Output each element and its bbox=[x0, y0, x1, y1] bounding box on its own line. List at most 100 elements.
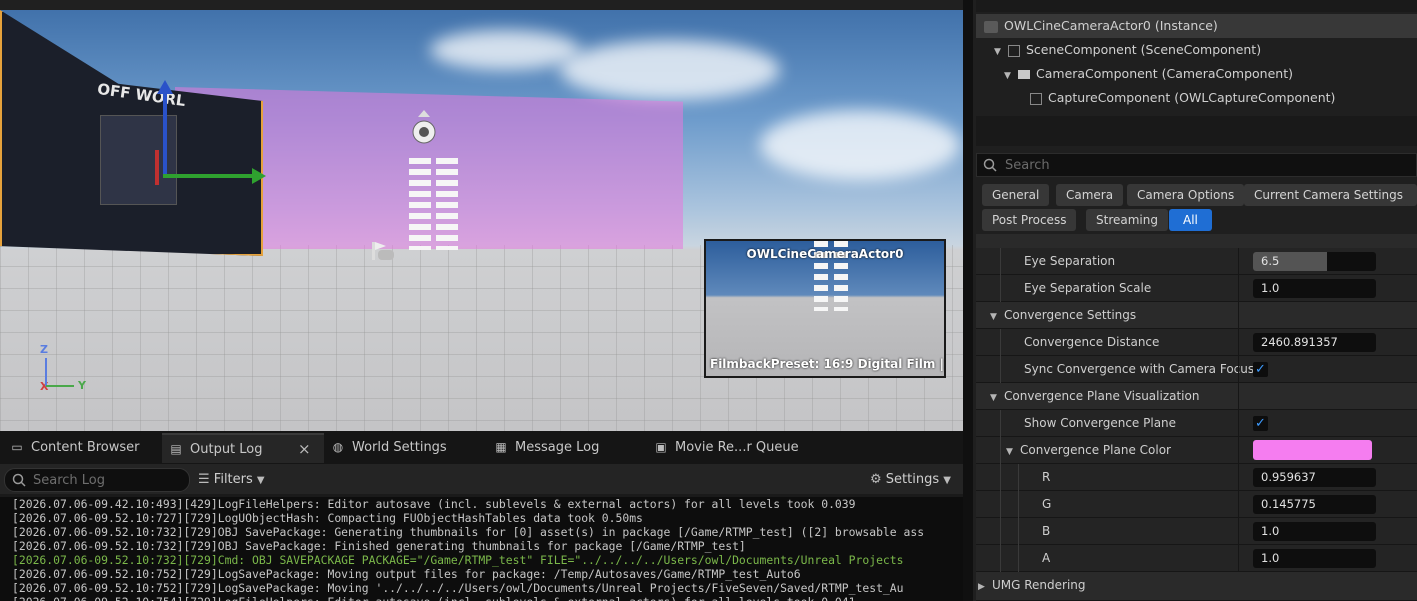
bottom-panel: ▭ Content Browser ▤ Output Log × ◍ World Se… bbox=[0, 431, 963, 601]
color-r-field[interactable]: 0.959637 bbox=[1253, 468, 1376, 487]
log-line: [2026.07.06-09.52.10:752][729]LogSavePac… bbox=[12, 581, 904, 595]
gizmo-x-axis[interactable] bbox=[155, 150, 159, 185]
log-output[interactable]: [2026.07.06-09.42.10:493][429]LogFileHel… bbox=[0, 497, 963, 601]
prop-label: ▼ Convergence Plane Color bbox=[1006, 437, 1171, 463]
category-general[interactable]: General bbox=[982, 184, 1050, 206]
column-divider bbox=[1238, 464, 1239, 490]
color-a-field[interactable]: 1.0 bbox=[1253, 549, 1376, 568]
preview-footer: FilmbackPreset: 16:9 Digital Film | Zoom bbox=[710, 357, 944, 371]
column-divider bbox=[1238, 275, 1239, 301]
eye-separation-field[interactable]: 6.5 bbox=[1253, 252, 1376, 271]
column-divider bbox=[1238, 410, 1239, 436]
details-search-input[interactable] bbox=[1003, 157, 1407, 174]
column-divider bbox=[1238, 302, 1239, 328]
section-convergence-plane-visualization[interactable]: ▼ Convergence Plane Visualization bbox=[976, 383, 1417, 410]
prop-eye-separation-scale: Eye Separation Scale 1.0 bbox=[976, 275, 1417, 302]
indent-guide bbox=[1018, 464, 1019, 572]
field-value: 2460.891357 bbox=[1261, 335, 1338, 349]
filters-dropdown[interactable]: ☰ Filters ▼ bbox=[198, 470, 265, 490]
prop-show-convergence-plane: Show Convergence Plane ✓ bbox=[976, 410, 1417, 437]
prop-color-b: B 1.0 bbox=[976, 518, 1417, 545]
expand-arrow-icon: ▼ bbox=[990, 393, 997, 403]
tab-movie-render-queue[interactable]: ▣ Movie Re...r Queue bbox=[647, 433, 823, 461]
axis-y-label: Y bbox=[78, 379, 86, 392]
stripe-column bbox=[436, 158, 458, 250]
section-title: UMG Rendering bbox=[992, 578, 1086, 592]
column-divider bbox=[1238, 545, 1239, 571]
gizmo-y-axis[interactable] bbox=[163, 174, 258, 178]
log-line: [2026.07.06-09.52.10:727][729]LogUObject… bbox=[12, 511, 643, 525]
category-camera-options[interactable]: Camera Options bbox=[1127, 184, 1245, 206]
prop-color-g: G 0.145775 bbox=[976, 491, 1417, 518]
section-convergence-settings[interactable]: ▼ Convergence Settings bbox=[976, 302, 1417, 329]
expand-arrow-icon: ▼ bbox=[1006, 447, 1013, 457]
settings-label: Settings bbox=[885, 472, 940, 487]
component-scene[interactable]: ▼ SceneComponent (SceneComponent) bbox=[976, 38, 1417, 62]
search-log-box[interactable] bbox=[4, 468, 190, 492]
level-viewport[interactable]: OFF WORL Z X Y OWLCineCameraActor0 Filmb… bbox=[0, 0, 963, 431]
expand-arrow-icon: ▼ bbox=[990, 312, 997, 322]
section-umg-rendering[interactable]: ▶ UMG Rendering bbox=[976, 572, 1417, 601]
category-post-process[interactable]: Post Process bbox=[982, 209, 1077, 231]
category-all[interactable]: All bbox=[1169, 209, 1212, 231]
prop-convergence-distance: Convergence Distance 2460.891357 bbox=[976, 329, 1417, 356]
log-line: [2026.07.06-09.52.10:732][729]OBJ SavePa… bbox=[12, 539, 746, 553]
sync-convergence-checkbox[interactable]: ✓ bbox=[1253, 362, 1268, 377]
log-line: [2026.07.06-09.52.10:732][729]OBJ SavePa… bbox=[12, 525, 925, 539]
field-value: 1.0 bbox=[1261, 524, 1280, 538]
column-divider bbox=[1238, 329, 1239, 355]
component-camera[interactable]: ▼ CameraComponent (CameraComponent) bbox=[976, 62, 1417, 86]
component-capture[interactable]: CaptureComponent (OWLCaptureComponent) bbox=[976, 86, 1417, 110]
column-divider bbox=[1238, 491, 1239, 517]
column-divider bbox=[1238, 437, 1239, 463]
color-g-field[interactable]: 0.145775 bbox=[1253, 495, 1376, 514]
field-value: 6.5 bbox=[1261, 254, 1280, 268]
close-tab-icon[interactable]: × bbox=[298, 435, 311, 463]
prop-label: Eye Separation bbox=[1024, 254, 1116, 268]
camera-component-icon bbox=[1018, 70, 1030, 79]
camera-actor-icon[interactable] bbox=[410, 110, 438, 146]
tab-output-log[interactable]: ▤ Output Log × bbox=[162, 433, 324, 463]
tab-world-settings[interactable]: ◍ World Settings bbox=[324, 433, 485, 461]
eye-separation-scale-field[interactable]: 1.0 bbox=[1253, 279, 1376, 298]
sky-cloud bbox=[760, 110, 960, 180]
gizmo-z-axis[interactable] bbox=[163, 88, 167, 178]
tab-content-browser[interactable]: ▭ Content Browser bbox=[3, 433, 161, 461]
category-streaming[interactable]: Streaming bbox=[1086, 209, 1168, 231]
convergence-distance-field[interactable]: 2460.891357 bbox=[1253, 333, 1376, 352]
section-title: Convergence Settings bbox=[1004, 308, 1137, 322]
scene-component-icon bbox=[1008, 44, 1020, 57]
category-camera[interactable]: Camera bbox=[1056, 184, 1124, 206]
actor-icon bbox=[984, 20, 998, 33]
component-label: OWLCineCameraActor0 (Instance) bbox=[1004, 18, 1218, 33]
stripe-column bbox=[409, 158, 431, 250]
search-icon bbox=[983, 158, 997, 172]
component-label: CaptureComponent (OWLCaptureComponent) bbox=[1048, 90, 1336, 105]
search-log-input[interactable] bbox=[31, 472, 185, 489]
color-b-field[interactable]: 1.0 bbox=[1253, 522, 1376, 541]
chevron-down-icon: ▼ bbox=[256, 475, 265, 486]
convergence-plane-color-swatch[interactable] bbox=[1253, 440, 1372, 460]
section-title: Convergence Plane Visualization bbox=[1004, 389, 1200, 403]
show-convergence-plane-checkbox[interactable]: ✓ bbox=[1253, 416, 1268, 431]
preview-title: OWLCineCameraActor0 bbox=[746, 247, 904, 261]
field-value: 0.145775 bbox=[1261, 497, 1316, 511]
prop-label: B bbox=[1042, 524, 1051, 538]
tab-message-log[interactable]: ▦ Message Log bbox=[487, 433, 643, 461]
sky-cloud bbox=[560, 40, 780, 100]
movie-render-icon: ▣ bbox=[655, 440, 667, 454]
chevron-down-icon: ▼ bbox=[943, 475, 951, 486]
category-overflow[interactable] bbox=[1405, 184, 1417, 206]
log-line: [2026.07.06-09.52.10:732][729]Cmd: OBJ S… bbox=[12, 553, 904, 567]
sky-cloud bbox=[430, 30, 580, 70]
indent-guide bbox=[1000, 248, 1001, 302]
component-tree-root[interactable]: OWLCineCameraActor0 (Instance) bbox=[976, 14, 1417, 38]
log-settings-dropdown[interactable]: ⚙ Settings ▼ bbox=[870, 470, 951, 490]
prop-eye-separation: Eye Separation 6.5 bbox=[976, 248, 1417, 275]
category-current-camera-settings[interactable]: Current Camera Settings bbox=[1244, 184, 1414, 206]
field-value: 1.0 bbox=[1261, 551, 1280, 565]
prop-color-r: R 0.959637 bbox=[976, 464, 1417, 491]
details-search-box[interactable] bbox=[976, 153, 1417, 177]
column-divider bbox=[1238, 383, 1239, 409]
component-label: CameraComponent (CameraComponent) bbox=[1036, 66, 1293, 81]
